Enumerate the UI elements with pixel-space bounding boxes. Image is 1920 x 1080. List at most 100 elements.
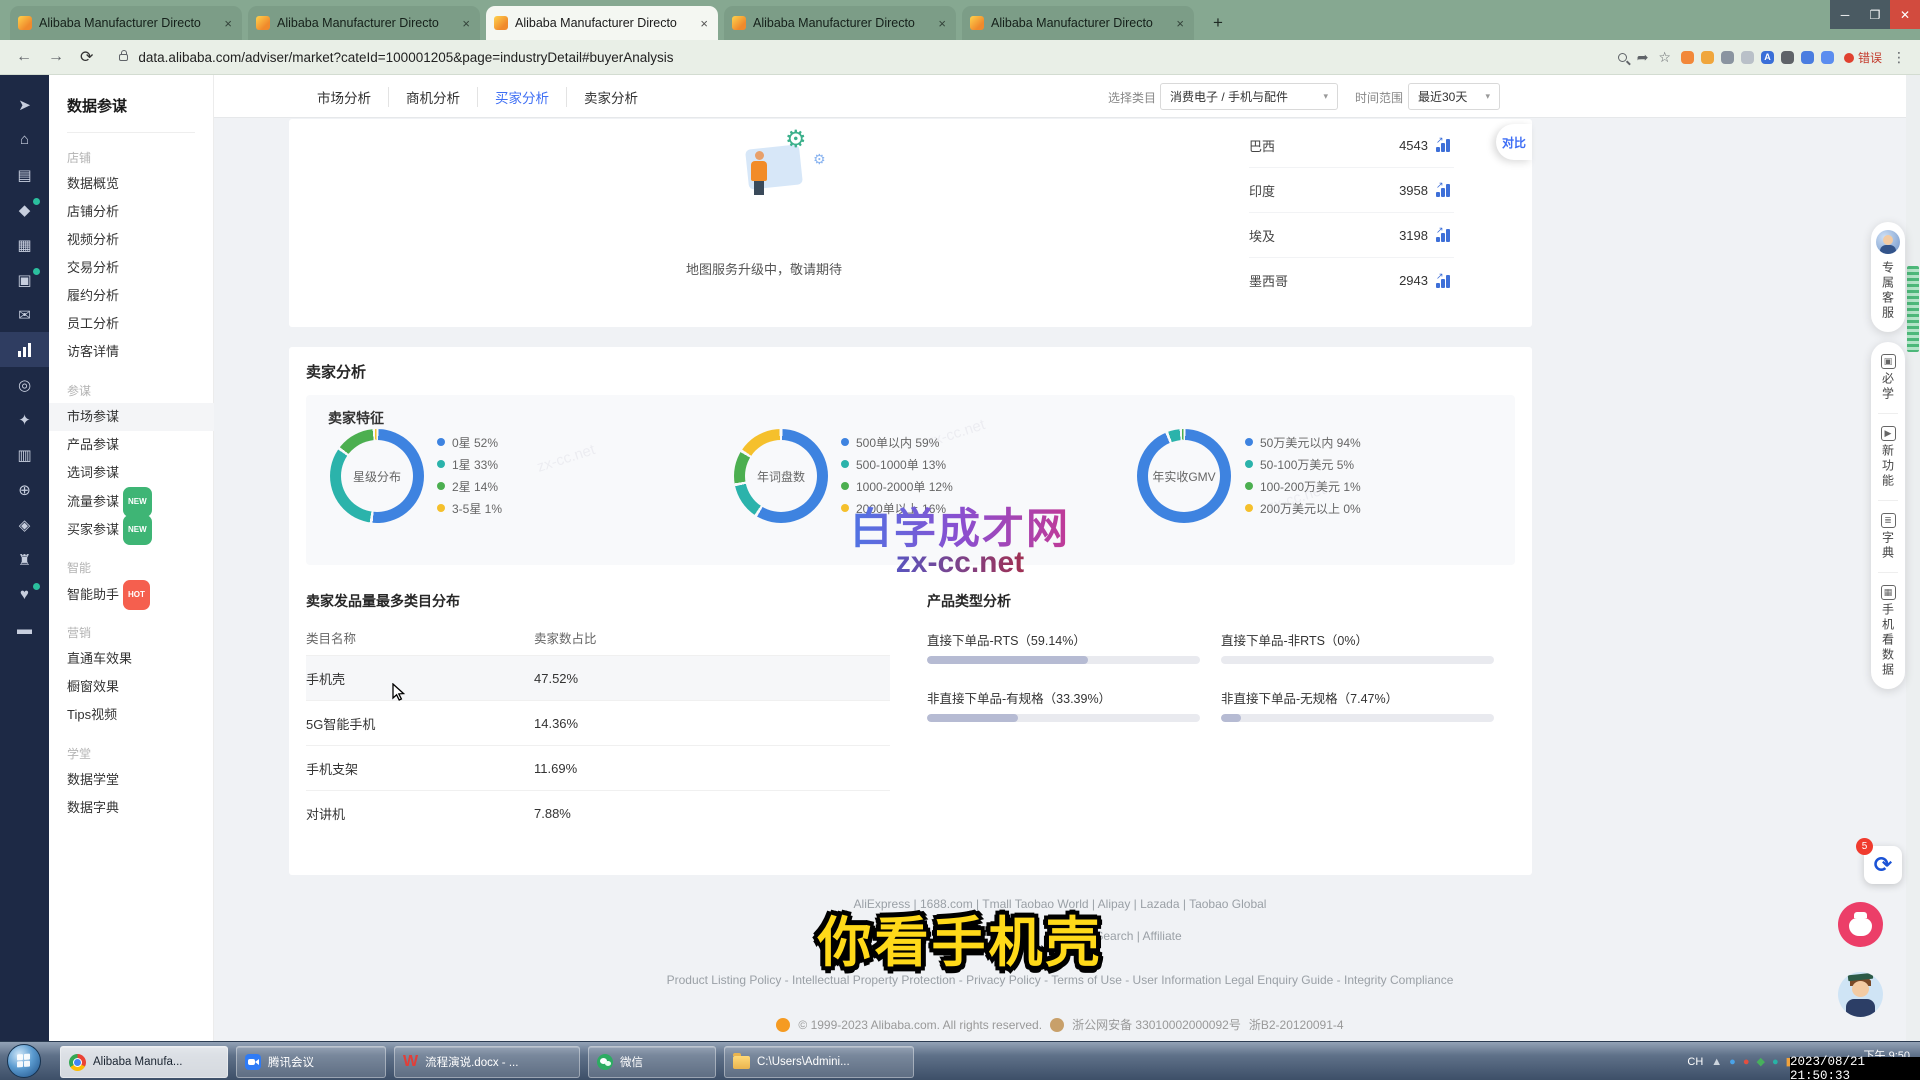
new-tab-button[interactable]: + xyxy=(1206,12,1230,36)
sidebar-item-履约分析[interactable]: 履约分析 xyxy=(49,282,214,310)
trend-chart-icon[interactable]: ↗ xyxy=(1436,138,1454,152)
tab-close-icon[interactable]: × xyxy=(1174,16,1186,31)
tab-商机分析[interactable]: 商机分析 xyxy=(389,87,478,107)
back-icon[interactable]: ← xyxy=(16,48,32,66)
rail-item[interactable]: ◈ xyxy=(0,507,49,542)
tab-买家分析[interactable]: 买家分析 xyxy=(478,87,567,107)
tab-close-icon[interactable]: × xyxy=(698,16,710,31)
gray-extension-icon[interactable] xyxy=(1741,51,1754,64)
tab-卖家分析[interactable]: 卖家分析 xyxy=(567,87,655,107)
rail-item[interactable]: ♜ xyxy=(0,542,49,577)
rail-item[interactable]: ◎ xyxy=(0,367,49,402)
tray-icon[interactable]: ● xyxy=(1743,1056,1750,1068)
error-chip[interactable]: 错误 xyxy=(1844,49,1882,66)
minimize-button[interactable]: ─ xyxy=(1830,0,1860,29)
browser-tab[interactable]: Alibaba Manufacturer Directo × xyxy=(962,6,1194,40)
rail-item[interactable]: ▦ xyxy=(0,227,49,262)
sidebar-item-员工分析[interactable]: 员工分析 xyxy=(49,310,214,338)
trend-chart-icon[interactable]: ↗ xyxy=(1436,274,1454,288)
quick-tool-3[interactable]: ▦ 手机看数据 xyxy=(1880,581,1897,681)
sidebar-item-买家参谋[interactable]: 买家参谋NEW xyxy=(49,515,214,543)
tab-close-icon[interactable]: × xyxy=(222,16,234,31)
sidebar-item-视频分析[interactable]: 视频分析 xyxy=(49,226,214,254)
url-text[interactable]: data.alibaba.com/adviser/market?cateId=1… xyxy=(138,50,673,65)
tab-市场分析[interactable]: 市场分析 xyxy=(300,87,389,107)
tray-icon[interactable]: ▲ xyxy=(1711,1056,1722,1068)
sidebar-item-直通车效果[interactable]: 直通车效果 xyxy=(49,645,214,673)
table-row[interactable]: 手机支架 11.69% xyxy=(306,745,890,790)
rail-item[interactable]: ▬ xyxy=(0,612,49,647)
sidebar-item-流量参谋[interactable]: 流量参谋NEW xyxy=(49,487,214,515)
blue-extension-icon[interactable] xyxy=(1801,51,1814,64)
close-button[interactable]: ✕ xyxy=(1890,0,1920,29)
zoom-icon[interactable] xyxy=(1618,53,1627,62)
translate-extension-icon[interactable]: A xyxy=(1761,51,1774,64)
forward-icon[interactable]: → xyxy=(48,48,64,66)
sidebar-item-交易分析[interactable]: 交易分析 xyxy=(49,254,214,282)
tray-icon[interactable]: ◆ xyxy=(1756,1055,1764,1068)
compare-button[interactable]: 对比 xyxy=(1496,124,1532,160)
taskbar-app[interactable]: 微信 xyxy=(588,1046,716,1078)
rail-item[interactable]: ⊕ xyxy=(0,472,49,507)
tab-title: Alibaba Manufacturer Directo xyxy=(753,16,929,30)
quick-tool-2[interactable]: ≣ 字典 xyxy=(1880,509,1897,564)
customer-service-pill[interactable]: 专属客服 xyxy=(1871,222,1905,332)
rail-item[interactable]: ▥ xyxy=(0,437,49,472)
scrollbar-thumb[interactable] xyxy=(1907,266,1919,352)
rail-item[interactable]: ◆ xyxy=(0,192,49,227)
tab-close-icon[interactable]: × xyxy=(460,16,472,31)
category-select[interactable]: 消费电子 / 手机与配件▾ xyxy=(1160,83,1338,110)
tray-icon[interactable]: ● xyxy=(1729,1056,1736,1068)
maximize-button[interactable]: ❐ xyxy=(1860,0,1890,29)
rail-item[interactable]: ➤ xyxy=(0,87,49,122)
taskbar-app[interactable]: W流程演说.docx - ... xyxy=(394,1046,580,1078)
kebab-menu-icon[interactable]: ⋮ xyxy=(1892,49,1906,66)
taskbar-app[interactable]: 腾讯会议 xyxy=(236,1046,386,1078)
sidebar-item-数据概览[interactable]: 数据概览 xyxy=(49,170,214,198)
sidebar-item-访客详情[interactable]: 访客详情 xyxy=(49,338,214,366)
rail-item[interactable]: ✉ xyxy=(0,297,49,332)
sidebar-item-智能助手[interactable]: 智能助手HOT xyxy=(49,580,214,608)
sidebar-item-产品参谋[interactable]: 产品参谋 xyxy=(49,431,214,459)
sidebar-item-店铺分析[interactable]: 店铺分析 xyxy=(49,198,214,226)
start-button[interactable] xyxy=(7,1044,41,1078)
browser-tab[interactable]: Alibaba Manufacturer Directo × xyxy=(248,6,480,40)
profile-icon[interactable] xyxy=(1821,51,1834,64)
time-range-select[interactable]: 最近30天▾ xyxy=(1408,83,1500,110)
qq-avatar-float[interactable] xyxy=(1838,972,1883,1017)
table-row[interactable]: 对讲机 7.88% xyxy=(306,790,890,835)
tray-icon[interactable]: ● xyxy=(1772,1056,1779,1068)
browser-tab[interactable]: Alibaba Manufacturer Directo × xyxy=(486,6,718,40)
taskbar-app[interactable]: C:\Users\Admini... xyxy=(724,1046,914,1078)
sidebar-item-选词参谋[interactable]: 选词参谋 xyxy=(49,459,214,487)
reload-icon[interactable]: ⟳ xyxy=(80,47,93,67)
rail-item[interactable]: ♥ xyxy=(0,577,49,612)
sidebar-item-市场参谋[interactable]: 市场参谋 xyxy=(49,403,214,431)
trend-chart-icon[interactable]: ↗ xyxy=(1436,183,1454,197)
sidebar-item-数据学堂[interactable]: 数据学堂 xyxy=(49,766,214,794)
input-language-indicator[interactable]: CH xyxy=(1687,1056,1703,1068)
rail-item[interactable]: ▤ xyxy=(0,157,49,192)
alibaba-extension-icon[interactable] xyxy=(1681,51,1694,64)
rail-item[interactable]: ▣ xyxy=(0,262,49,297)
quick-tool-0[interactable]: ▣ 必学 xyxy=(1880,350,1897,405)
share-icon[interactable]: ➦ xyxy=(1637,49,1649,66)
rail-item[interactable]: ✦ xyxy=(0,402,49,437)
money-bag-float-icon[interactable] xyxy=(1838,902,1883,947)
bookmark-star-icon[interactable]: ☆ xyxy=(1658,49,1671,66)
puzzle-extension-icon[interactable] xyxy=(1781,51,1794,64)
star-extension-icon[interactable] xyxy=(1701,51,1714,64)
sidebar-item-数据字典[interactable]: 数据字典 xyxy=(49,794,214,822)
browser-tab[interactable]: Alibaba Manufacturer Directo × xyxy=(724,6,956,40)
quick-tool-1[interactable]: ▶ 新功能 xyxy=(1880,422,1897,492)
browser-tab[interactable]: Alibaba Manufacturer Directo × xyxy=(10,6,242,40)
rail-item[interactable] xyxy=(0,332,49,367)
tab-close-icon[interactable]: × xyxy=(936,16,948,31)
scrollbar-track[interactable] xyxy=(1906,75,1920,1041)
taskbar-app[interactable]: Alibaba Manufa... xyxy=(60,1046,228,1078)
sidebar-item-橱窗效果[interactable]: 橱窗效果 xyxy=(49,673,214,701)
rail-item[interactable]: ⌂ xyxy=(0,122,49,157)
sidebar-item-Tips视频[interactable]: Tips视频 xyxy=(49,701,214,729)
trend-chart-icon[interactable]: ↗ xyxy=(1436,228,1454,242)
camera-extension-icon[interactable] xyxy=(1721,51,1734,64)
